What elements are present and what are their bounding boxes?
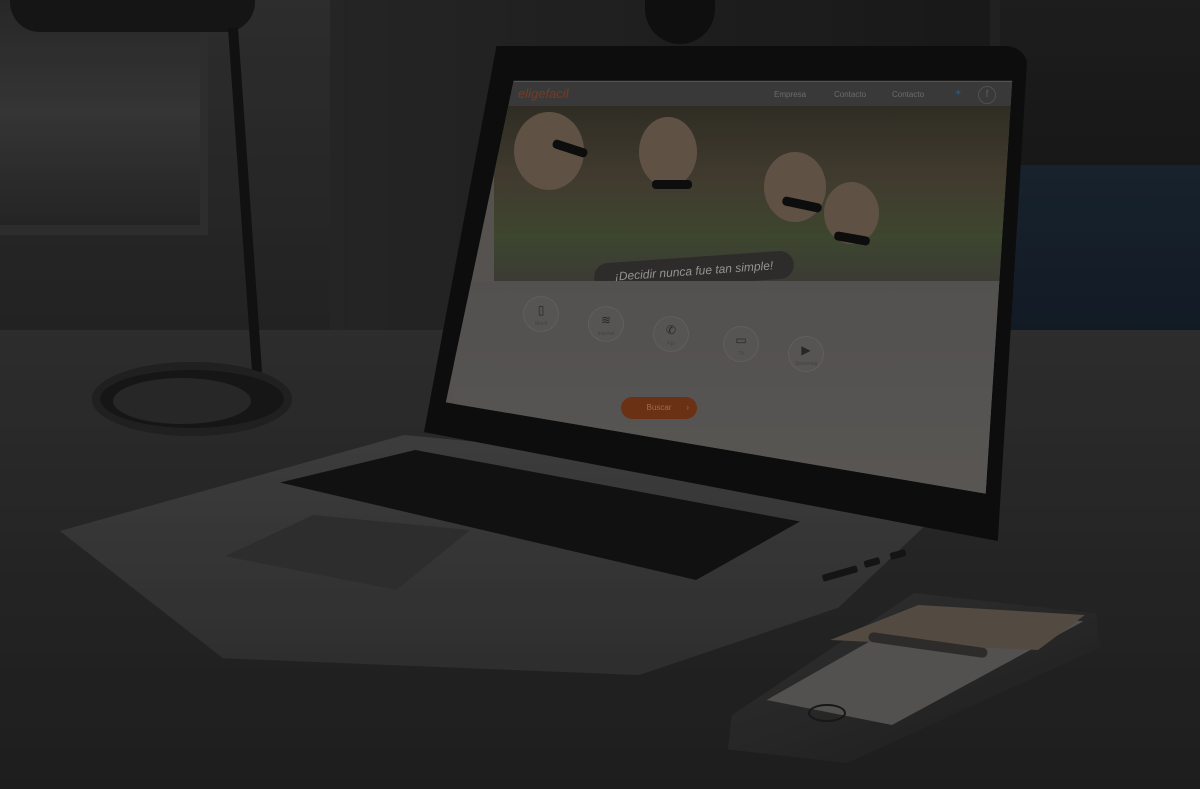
mockup-scene: eligefacil Empresa Contacto Contacto ✦ f… <box>0 0 1200 789</box>
person-2 <box>639 117 697 187</box>
category-streaming[interactable]: ▶ Streaming <box>789 337 823 371</box>
category-tv[interactable]: ▭ TV <box>724 327 758 361</box>
category-label: Internet <box>597 331 615 337</box>
search-button-label: Buscar <box>646 403 672 412</box>
tv-icon: ▭ <box>735 333 747 347</box>
window-pane <box>0 0 208 235</box>
category-internet[interactable]: ≋ Internet <box>589 307 623 341</box>
facebook-icon[interactable]: f <box>978 86 996 104</box>
twitter-icon[interactable]: ✦ <box>954 88 966 100</box>
sunglasses <box>652 180 692 189</box>
category-label: Móvil <box>535 321 547 327</box>
search-button[interactable]: Buscar › <box>621 397 697 419</box>
nav-item-empresa[interactable]: Empresa <box>774 90 806 99</box>
category-movil[interactable]: ▯ Móvil <box>524 297 558 331</box>
left-window <box>0 0 344 330</box>
wifi-icon: ≋ <box>600 313 612 327</box>
category-label: Streaming <box>794 361 818 367</box>
play-icon: ▶ <box>801 343 811 357</box>
category-label: TV <box>737 351 745 357</box>
arrow-right-icon: › <box>686 403 689 412</box>
phone-icon: ✆ <box>665 323 677 337</box>
nav-item-contacto[interactable]: Contacto <box>834 90 866 99</box>
category-fijo[interactable]: ✆ Fijo <box>654 317 688 351</box>
nav-item-contacto-2[interactable]: Contacto <box>892 90 924 99</box>
site-logo[interactable]: eligefacil <box>518 86 569 101</box>
category-label: Fijo <box>666 341 676 347</box>
lamp-shade <box>10 0 255 32</box>
phone-home-button <box>808 704 846 722</box>
site-header <box>504 82 1013 106</box>
lamp-base-hole <box>113 378 251 424</box>
mobile-icon: ▯ <box>537 303 545 317</box>
